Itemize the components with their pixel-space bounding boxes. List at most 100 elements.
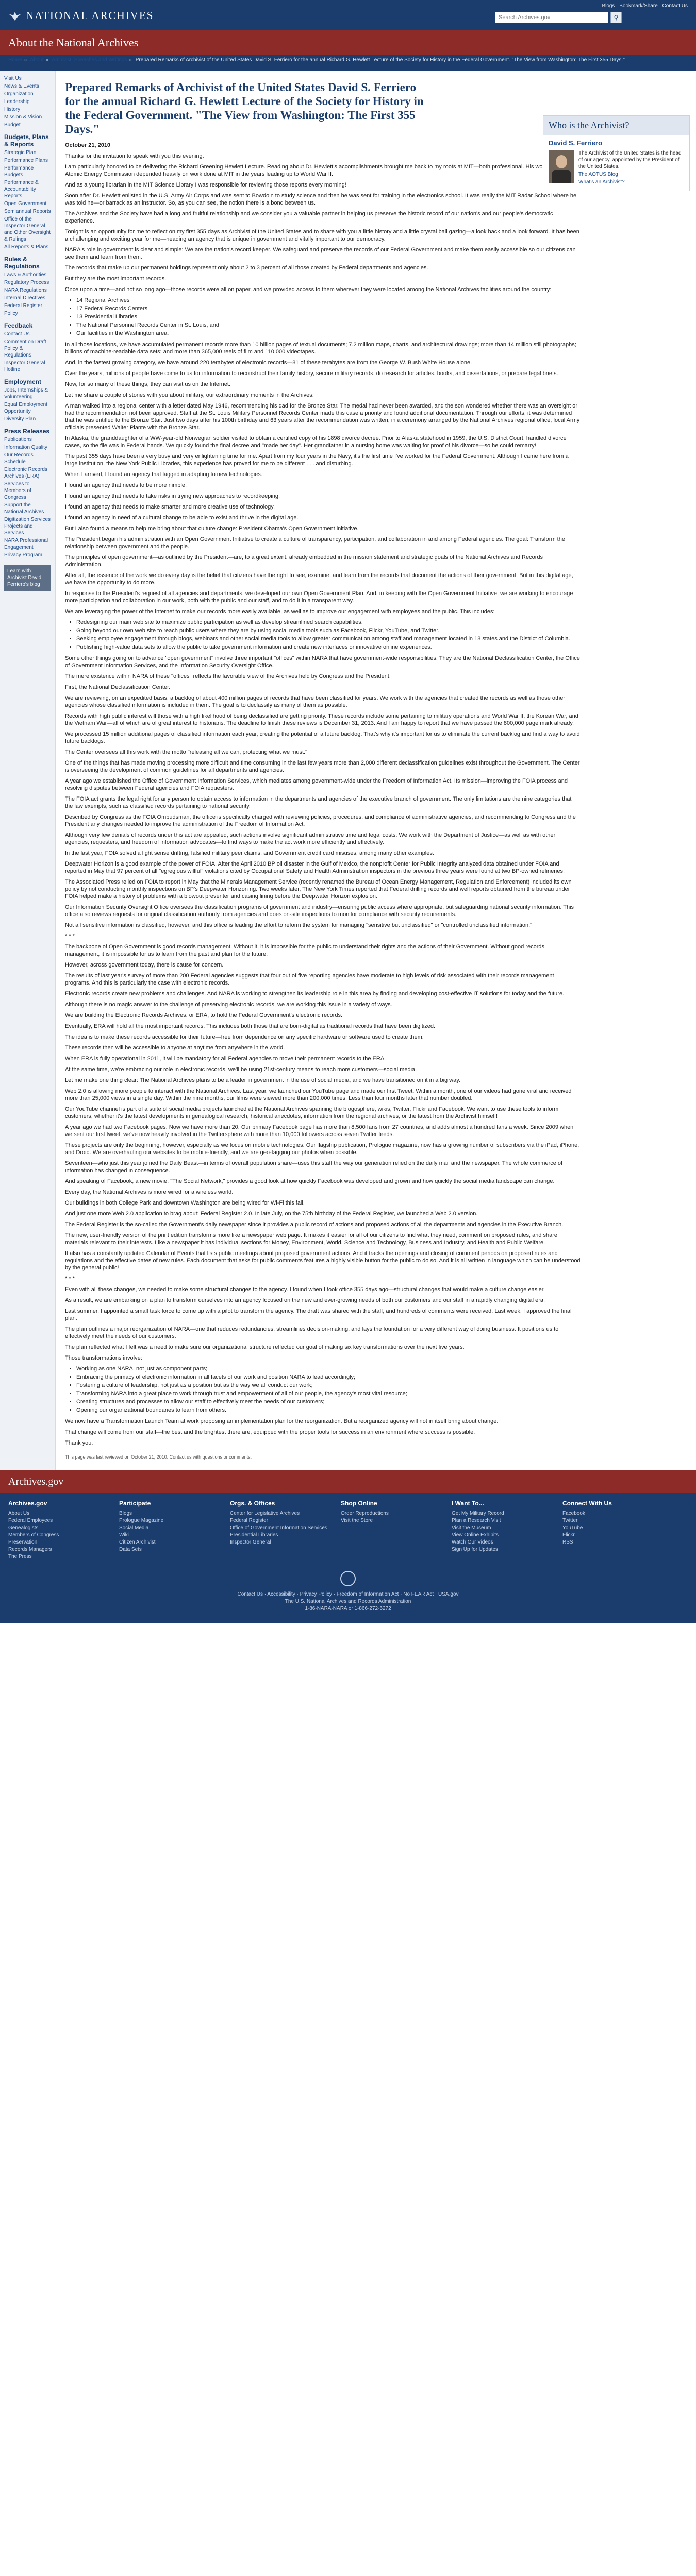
footer-link[interactable]: Members of Congress bbox=[8, 1532, 114, 1539]
footer-link[interactable]: Flickr bbox=[562, 1532, 668, 1539]
main-content: Prepared Remarks of Archivist of the Uni… bbox=[56, 71, 696, 1470]
footer-link[interactable]: Order Reproductions bbox=[341, 1510, 446, 1517]
search-button[interactable]: ⚲ bbox=[610, 12, 622, 23]
site-logo[interactable]: NATIONAL ARCHIVES bbox=[8, 9, 154, 22]
sidebar-link[interactable]: Organization bbox=[4, 91, 51, 97]
paragraph: The FOIA act grants the legal right for … bbox=[65, 796, 572, 809]
aotus-blog-link[interactable]: The AOTUS Blog bbox=[578, 171, 684, 178]
sidebar-link[interactable]: Information Quality bbox=[4, 444, 51, 451]
sidebar-link[interactable]: Internal Directives bbox=[4, 295, 51, 301]
sidebar-link[interactable]: Performance & Accountability Reports bbox=[4, 179, 51, 199]
sidebar-link[interactable]: Visit Us bbox=[4, 75, 51, 82]
sidebar-section-title[interactable]: Feedback bbox=[4, 322, 51, 329]
sidebar-link[interactable]: Mission & Vision bbox=[4, 114, 51, 121]
utility-link-share[interactable]: Bookmark/Share bbox=[619, 3, 657, 9]
paragraph: The new, user-friendly version of the pr… bbox=[65, 1232, 558, 1246]
sidebar-link[interactable]: Digitization Services Projects and Servi… bbox=[4, 516, 51, 536]
footer-link[interactable]: Federal Employees bbox=[8, 1517, 114, 1524]
paragraph: When I arrived, I found an agency that l… bbox=[65, 471, 262, 478]
sidebar-link[interactable]: Our Records Schedule bbox=[4, 452, 51, 465]
whats-an-archivist-link[interactable]: What's an Archivist? bbox=[578, 179, 684, 185]
sidebar-link[interactable]: Office of the Inspector General and Othe… bbox=[4, 216, 51, 243]
sidebar-section-title[interactable]: Budgets, Plans & Reports bbox=[4, 133, 51, 148]
footer-link[interactable]: Center for Legislative Archives bbox=[230, 1510, 336, 1517]
breadcrumb-home[interactable]: Home bbox=[8, 57, 22, 63]
sidebar-link[interactable]: Comment on Draft Policy & Regulations bbox=[4, 338, 51, 359]
footer-link[interactable]: Facebook bbox=[562, 1510, 668, 1517]
breadcrumb-speeches[interactable]: Archivist: Speeches and Writings bbox=[52, 57, 127, 63]
footer-link[interactable]: Federal Register bbox=[230, 1517, 336, 1524]
footer-link[interactable]: Presidential Libraries bbox=[230, 1532, 336, 1539]
footer-link[interactable]: Citizen Archivist bbox=[119, 1539, 225, 1546]
sidebar-link[interactable]: Jobs, Internships & Volunteering bbox=[4, 387, 51, 400]
sidebar-link[interactable]: Strategic Plan bbox=[4, 149, 51, 156]
footer-legal-links[interactable]: Contact Us · Accessibility · Privacy Pol… bbox=[0, 1591, 696, 1598]
footer-link[interactable]: Preservation bbox=[8, 1539, 114, 1546]
sidebar-link[interactable]: Performance Plans bbox=[4, 157, 51, 164]
footer-link[interactable]: Twitter bbox=[562, 1517, 668, 1524]
list-item: Creating structures and processes to all… bbox=[76, 1398, 581, 1405]
footer-link[interactable]: About Us bbox=[8, 1510, 114, 1517]
sidebar-link[interactable]: Policy bbox=[4, 310, 51, 317]
utility-link-blogs[interactable]: Blogs bbox=[602, 3, 615, 9]
footer-link[interactable]: Watch Our Videos bbox=[452, 1539, 557, 1546]
sidebar-link[interactable]: Inspector General Hotline bbox=[4, 360, 51, 373]
sidebar-link[interactable]: Performance Budgets bbox=[4, 165, 51, 178]
sidebar-link[interactable]: Regulatory Process bbox=[4, 279, 51, 286]
sidebar-link[interactable]: Budget bbox=[4, 122, 51, 128]
sidebar-link[interactable]: Open Government bbox=[4, 200, 51, 207]
footer-link[interactable]: Data Sets bbox=[119, 1546, 225, 1553]
footer-link[interactable]: Visit the Museum bbox=[452, 1524, 557, 1532]
footer-link[interactable]: Plan a Research Visit bbox=[452, 1517, 557, 1524]
footer-link[interactable]: The Press bbox=[8, 1553, 114, 1561]
footer-link[interactable]: Records Managers bbox=[8, 1546, 114, 1553]
sidebar-link[interactable]: News & Events bbox=[4, 83, 51, 90]
paragraph: The mere existence within NARA of these … bbox=[65, 673, 391, 680]
sidebar-link[interactable]: Federal Register bbox=[4, 302, 51, 309]
footer-link[interactable]: Visit the Store bbox=[341, 1517, 446, 1524]
sidebar-link[interactable]: Semiannual Reports bbox=[4, 208, 51, 215]
paragraph: The principles of open government—as out… bbox=[65, 554, 543, 568]
footer-link[interactable]: Genealogists bbox=[8, 1524, 114, 1532]
paragraph: And as a young librarian in the MIT Scie… bbox=[65, 182, 346, 188]
footer-link[interactable]: Wiki bbox=[119, 1532, 225, 1539]
sidebar-section-title[interactable]: Employment bbox=[4, 378, 51, 385]
sidebar-link[interactable]: Support the National Archives bbox=[4, 502, 51, 515]
sidebar-link[interactable]: Electronic Records Archives (ERA) bbox=[4, 466, 51, 480]
sidebar-link[interactable]: Laws & Authorities bbox=[4, 272, 51, 278]
sidebar-section-title[interactable]: Rules & Regulations bbox=[4, 256, 51, 270]
sidebar-link[interactable]: Privacy Program bbox=[4, 552, 51, 558]
search-input[interactable] bbox=[495, 12, 608, 23]
sidebar-link[interactable]: Diversity Plan bbox=[4, 416, 51, 422]
footer-link[interactable]: Get My Military Record bbox=[452, 1510, 557, 1517]
footer-link[interactable]: View Online Exhibits bbox=[452, 1532, 557, 1539]
footer-link[interactable]: Social Media bbox=[119, 1524, 225, 1532]
sidebar-link[interactable]: Equal Employment Opportunity bbox=[4, 401, 51, 415]
paragraph: After all, the essence of the work we do… bbox=[65, 572, 573, 586]
paragraph: These projects are only the beginning, h… bbox=[65, 1142, 579, 1156]
footer-link[interactable]: Sign Up for Updates bbox=[452, 1546, 557, 1553]
archivist-name[interactable]: David S. Ferriero bbox=[549, 139, 684, 147]
paragraph: Last summer, I appointed a small task fo… bbox=[65, 1308, 572, 1321]
sidebar-link[interactable]: Services to Members of Congress bbox=[4, 481, 51, 501]
footer-link[interactable]: Blogs bbox=[119, 1510, 225, 1517]
footer-link[interactable]: YouTube bbox=[562, 1524, 668, 1532]
sidebar-link[interactable]: History bbox=[4, 106, 51, 113]
sidebar-link[interactable]: NARA Professional Engagement bbox=[4, 537, 51, 551]
breadcrumb-about[interactable]: About bbox=[30, 57, 43, 63]
sidebar-link[interactable]: Publications bbox=[4, 436, 51, 443]
footer-link[interactable]: Prologue Magazine bbox=[119, 1517, 225, 1524]
sidebar-link[interactable]: All Reports & Plans bbox=[4, 244, 51, 250]
sidebar-link[interactable]: NARA Regulations bbox=[4, 287, 51, 294]
paragraph: These records then will be accessible to… bbox=[65, 1045, 285, 1051]
footer-link[interactable]: Inspector General bbox=[230, 1539, 336, 1546]
sidebar-link[interactable]: Leadership bbox=[4, 98, 51, 105]
sidebar-link[interactable]: Contact Us bbox=[4, 331, 51, 337]
blog-promo-banner[interactable]: Learn with Archivist David Ferriero's bl… bbox=[4, 565, 51, 591]
paragraph: And, in the fastest growing category, we… bbox=[65, 360, 472, 366]
list-item: 17 Federal Records Centers bbox=[76, 305, 581, 312]
footer-link[interactable]: RSS bbox=[562, 1539, 668, 1546]
utility-link-contact[interactable]: Contact Us bbox=[662, 3, 688, 9]
sidebar-section-title[interactable]: Press Releases bbox=[4, 428, 51, 435]
footer-link[interactable]: Office of Government Information Service… bbox=[230, 1524, 336, 1532]
